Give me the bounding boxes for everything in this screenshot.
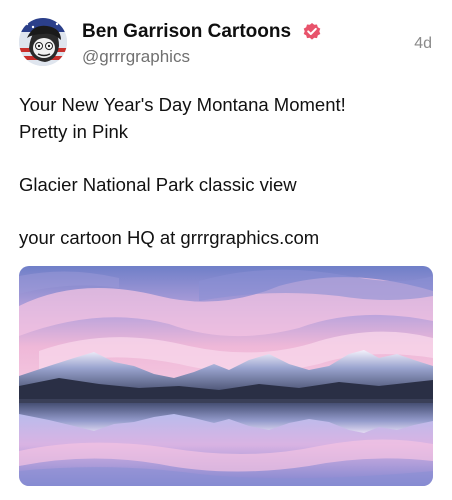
- verified-badge-icon: [303, 23, 321, 40]
- post-text-line: Your New Year's Day Montana Moment!: [19, 94, 346, 115]
- post-text-blank-line: [19, 145, 433, 172]
- post-text: Your New Year's Day Montana Moment! Pret…: [19, 92, 433, 251]
- avatar[interactable]: [19, 18, 67, 66]
- post-timestamp[interactable]: 4d: [414, 34, 432, 54]
- post-text-blank-line: [19, 198, 433, 225]
- mountain-lake-photo: [19, 266, 433, 486]
- author-name[interactable]: Ben Garrison Cartoons: [82, 20, 291, 44]
- author-handle[interactable]: @grrrgraphics: [82, 47, 190, 67]
- post-text-line: Pretty in Pink: [19, 120, 128, 142]
- post-media-image[interactable]: [19, 266, 433, 486]
- post-text-line[interactable]: your cartoon HQ at grrrgraphics.com: [19, 225, 433, 252]
- cartoon-avatar-icon: [19, 18, 67, 66]
- post-text-line: Glacier National Park classic view: [19, 173, 297, 195]
- post-card[interactable]: Ben Garrison Cartoons @grrrgraphics 4d Y…: [0, 0, 452, 500]
